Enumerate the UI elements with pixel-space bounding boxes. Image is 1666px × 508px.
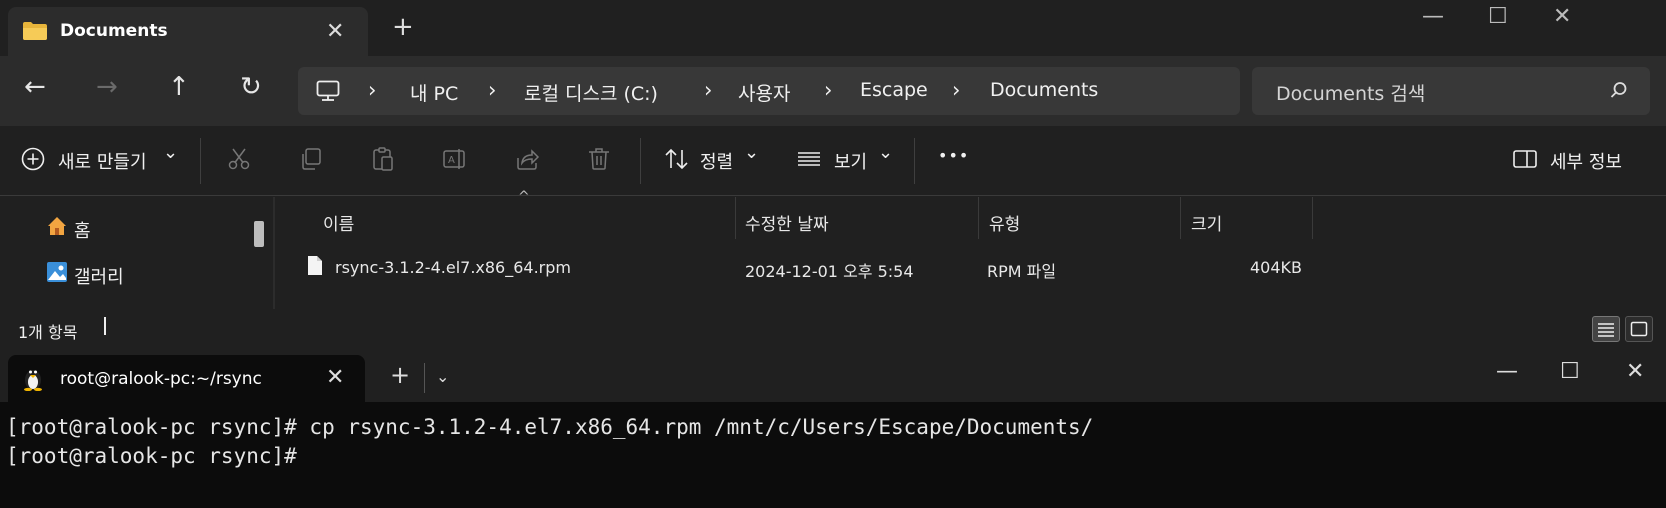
column-header-size[interactable]: 크기: [1191, 210, 1222, 235]
status-bar: 1개 항목: [0, 309, 1666, 343]
breadcrumb-documents[interactable]: Documents: [990, 79, 1098, 101]
column-divider[interactable]: [978, 197, 979, 239]
more-options-button[interactable]: •••: [938, 146, 969, 165]
command-bar: 새로 만들기 ⌄ A 정렬 ⌄ 보기 ⌄ ••• 세부 정보: [0, 126, 1666, 196]
address-bar[interactable]: › 내 PC › 로컬 디스크 (C:) › 사용자 › Escape › Do…: [298, 67, 1240, 115]
toolbar-divider: [914, 138, 915, 184]
thumbnail-view-icon: [1630, 321, 1648, 337]
search-input[interactable]: Documents 검색: [1276, 79, 1425, 106]
navigation-pane: 홈 갤러리: [0, 197, 272, 309]
new-tab-button[interactable]: +: [390, 363, 410, 387]
navigation-bar: ← → ↑ ↻ › 내 PC › 로컬 디스크 (C:) › 사용자 › Esc…: [0, 56, 1666, 126]
file-list: ^ 이름 수정한 날짜 유형 크기 rsync-3.1.2-4.el7.x86_…: [275, 189, 1666, 309]
column-header-type[interactable]: 유형: [989, 210, 1020, 235]
tab-documents[interactable]: Documents ✕: [8, 7, 368, 56]
file-size: 404KB: [1250, 258, 1303, 277]
sort-ascending-icon: ^: [518, 189, 530, 205]
delete-icon[interactable]: [586, 146, 612, 172]
sort-button[interactable]: 정렬: [700, 148, 733, 174]
file-modified: 2024-12-01 오후 5:54: [745, 262, 914, 281]
sidebar-scrollbar[interactable]: [254, 221, 264, 247]
new-tab-button[interactable]: +: [392, 14, 414, 40]
tab-bar-divider: [424, 363, 425, 393]
maximize-button[interactable]: ☐: [1488, 4, 1508, 29]
terminal-line: [root@ralook-pc rsync]#: [6, 444, 297, 468]
breadcrumb-separator-icon[interactable]: ›: [488, 78, 496, 102]
minimize-button[interactable]: —: [1422, 4, 1444, 29]
home-icon: [48, 217, 66, 235]
terminal-tab-bar: root@ralook-pc:~/rsync ✕ + ⌄ — ☐ ✕: [0, 343, 1666, 402]
chevron-down-icon[interactable]: ⌄: [163, 142, 178, 163]
item-count: 1개 항목: [18, 323, 78, 342]
thumbnail-view-button[interactable]: [1625, 316, 1653, 342]
breadcrumb-local-disk[interactable]: 로컬 디스크 (C:): [524, 79, 658, 106]
file-type: RPM 파일: [987, 262, 1057, 281]
sort-icon[interactable]: [664, 146, 690, 172]
new-button[interactable]: 새로 만들기: [58, 148, 147, 174]
chevron-down-icon[interactable]: ⌄: [436, 367, 449, 386]
minimize-button[interactable]: —: [1496, 359, 1518, 384]
terminal-window: root@ralook-pc:~/rsync ✕ + ⌄ — ☐ ✕ [root…: [0, 343, 1666, 508]
tab-title: Documents: [60, 21, 168, 41]
column-divider[interactable]: [1180, 197, 1181, 239]
column-divider[interactable]: [735, 197, 736, 239]
column-header-name[interactable]: 이름: [323, 210, 354, 235]
paste-icon[interactable]: [370, 146, 396, 172]
toolbar-divider: [200, 138, 201, 184]
new-plus-icon[interactable]: [20, 146, 46, 172]
close-tab-icon[interactable]: ✕: [326, 365, 344, 390]
sidebar-item-home[interactable]: 홈: [74, 217, 91, 243]
file-explorer-window: Documents ✕ + — ☐ ✕ ← → ↑ ↻ › 내 PC › 로컬 …: [0, 0, 1666, 343]
forward-button[interactable]: →: [96, 74, 118, 100]
breadcrumb-separator-icon[interactable]: ›: [704, 78, 712, 102]
back-button[interactable]: ←: [24, 74, 46, 100]
breadcrumb-separator-icon[interactable]: ›: [368, 78, 376, 102]
cut-icon[interactable]: [226, 146, 252, 172]
terminal-line: [root@ralook-pc rsync]# cp rsync-3.1.2-4…: [6, 415, 1094, 439]
view-icon[interactable]: [796, 146, 822, 172]
svg-text:A: A: [448, 155, 455, 166]
explorer-tab-bar: Documents ✕ + — ☐ ✕: [0, 0, 1666, 56]
list-view-icon: [1598, 323, 1614, 337]
details-pane-icon[interactable]: [1512, 146, 1538, 172]
file-icon: [308, 256, 322, 275]
chevron-down-icon[interactable]: ⌄: [878, 142, 893, 163]
refresh-button[interactable]: ↻: [240, 74, 262, 100]
share-icon[interactable]: [514, 146, 540, 172]
rename-icon[interactable]: A: [442, 146, 468, 172]
search-icon[interactable]: [1610, 81, 1628, 99]
breadcrumb-my-pc[interactable]: 내 PC: [410, 79, 458, 106]
close-window-button[interactable]: ✕: [1626, 359, 1644, 384]
chevron-down-icon[interactable]: ⌄: [744, 142, 759, 163]
folder-icon: [23, 22, 47, 40]
close-window-button[interactable]: ✕: [1553, 4, 1571, 29]
text-cursor: [104, 317, 106, 335]
details-view-button[interactable]: [1592, 316, 1620, 342]
terminal-tab-title: root@ralook-pc:~/rsync: [60, 369, 262, 389]
search-box[interactable]: Documents 검색: [1252, 67, 1650, 115]
sidebar-item-gallery[interactable]: 갤러리: [74, 263, 124, 289]
terminal-tab[interactable]: root@ralook-pc:~/rsync ✕: [8, 355, 365, 402]
maximize-button[interactable]: ☐: [1560, 359, 1580, 384]
up-button[interactable]: ↑: [168, 74, 190, 100]
details-button[interactable]: 세부 정보: [1550, 148, 1622, 174]
terminal-output[interactable]: [root@ralook-pc rsync]# cp rsync-3.1.2-4…: [6, 413, 1093, 471]
toolbar-divider: [640, 138, 641, 184]
monitor-icon: [316, 80, 340, 101]
gallery-icon: [47, 262, 67, 282]
linux-penguin-icon: [24, 370, 42, 391]
breadcrumb-separator-icon[interactable]: ›: [952, 78, 960, 102]
breadcrumb-escape[interactable]: Escape: [860, 79, 928, 101]
file-name[interactable]: rsync-3.1.2-4.el7.x86_64.rpm: [335, 258, 571, 277]
breadcrumb-separator-icon[interactable]: ›: [824, 78, 832, 102]
view-button[interactable]: 보기: [834, 148, 867, 174]
column-divider[interactable]: [1312, 197, 1313, 239]
breadcrumb-users[interactable]: 사용자: [738, 79, 790, 106]
copy-icon[interactable]: [298, 146, 324, 172]
column-header-modified[interactable]: 수정한 날짜: [745, 210, 829, 235]
close-tab-icon[interactable]: ✕: [326, 19, 344, 44]
